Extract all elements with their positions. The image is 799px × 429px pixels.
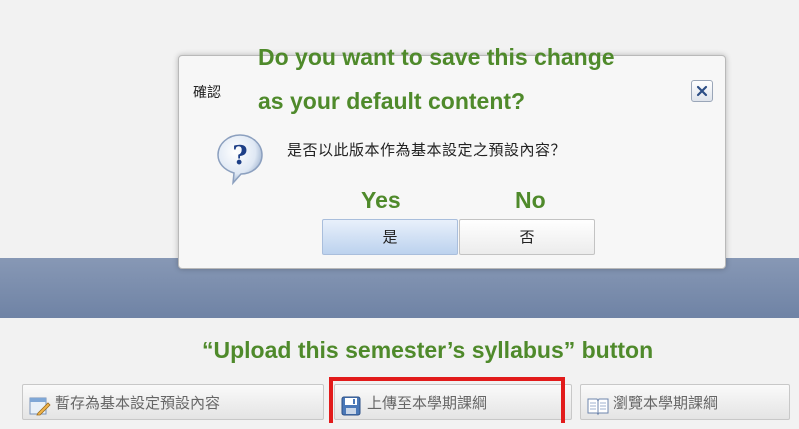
browse-syllabus-label: 瀏覽本學期課綱 xyxy=(613,394,719,412)
edit-document-icon xyxy=(29,393,51,429)
open-book-icon xyxy=(587,393,609,429)
save-draft-default-button[interactable]: 暫存為基本設定預設內容 xyxy=(22,384,324,420)
dialog-message: 是否以此版本作為基本設定之預設內容？ xyxy=(287,141,567,159)
dialog-title: 確認 xyxy=(193,85,221,101)
close-icon xyxy=(696,85,708,97)
no-button[interactable]: 否 xyxy=(459,219,595,255)
svg-text:?: ? xyxy=(232,141,247,171)
annotation-no: No xyxy=(515,187,546,213)
partial-heading-cut xyxy=(0,0,799,12)
save-draft-label: 暫存為基本設定預設內容 xyxy=(55,394,221,412)
yes-button[interactable]: 是 xyxy=(322,219,458,255)
close-button[interactable] xyxy=(691,80,713,102)
highlight-box xyxy=(329,377,565,423)
annotation-question-line1: Do you want to save this change xyxy=(258,44,615,70)
question-icon: ? xyxy=(215,132,265,190)
annotation-upload-caption: “Upload this semester’s syllabus” button xyxy=(202,337,654,363)
browse-syllabus-button[interactable]: 瀏覽本學期課綱 xyxy=(580,384,790,420)
annotation-yes: Yes xyxy=(361,187,401,213)
annotation-question-line2: as your default content? xyxy=(258,88,526,114)
